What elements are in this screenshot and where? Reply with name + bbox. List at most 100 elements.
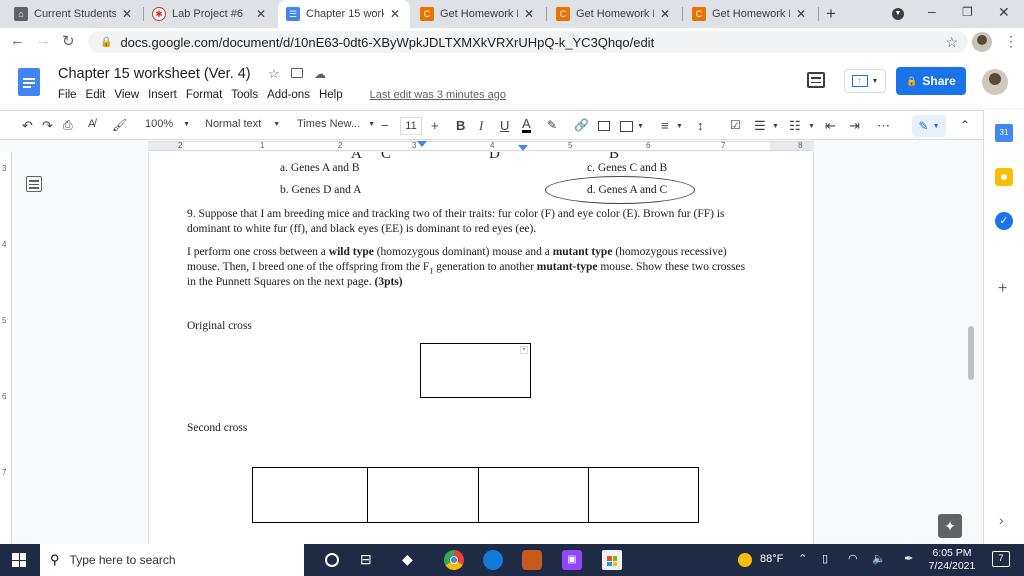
document-title[interactable]: Chapter 15 worksheet (Ver. 4) bbox=[58, 66, 251, 82]
clock[interactable]: 6:05 PM 7/24/2021 bbox=[924, 547, 980, 573]
table-cell[interactable] bbox=[589, 468, 698, 522]
close-tab-icon[interactable]: ✕ bbox=[658, 7, 672, 21]
comment-icon[interactable] bbox=[598, 121, 610, 131]
new-tab-button[interactable]: + bbox=[826, 4, 836, 24]
url-input[interactable]: 🔒 docs.google.com/document/d/10nE63-0dt6… bbox=[88, 31, 968, 53]
windows-start-icon[interactable] bbox=[12, 553, 26, 567]
numbered-list-icon[interactable]: ☷ bbox=[789, 118, 801, 134]
menu-add-ons[interactable]: Add-ons bbox=[267, 89, 310, 101]
link-icon[interactable]: 🔗 bbox=[574, 118, 589, 132]
menu-file[interactable]: File bbox=[58, 89, 77, 101]
reload-icon[interactable]: ↻ bbox=[62, 32, 75, 50]
close-tab-icon[interactable]: ✕ bbox=[794, 7, 808, 21]
menu-view[interactable]: View bbox=[114, 89, 139, 101]
chrome-icon[interactable] bbox=[444, 550, 464, 570]
taskbar-search-input[interactable]: ⚲ Type here to search bbox=[40, 544, 304, 576]
document-outline-icon[interactable] bbox=[26, 176, 42, 192]
keep-icon[interactable] bbox=[995, 168, 1013, 186]
comment-history-icon[interactable] bbox=[807, 72, 825, 88]
increase-indent-icon[interactable]: ⇥ bbox=[849, 118, 860, 134]
table-chevron-icon[interactable]: ▾ bbox=[520, 346, 528, 354]
italic-button[interactable]: I bbox=[479, 118, 483, 134]
restore-icon[interactable]: ❐ bbox=[962, 5, 973, 19]
menu-help[interactable]: Help bbox=[319, 89, 343, 101]
close-tab-icon[interactable]: ✕ bbox=[388, 7, 402, 21]
chevron-down-icon[interactable]: ▼ bbox=[772, 123, 779, 130]
present-button[interactable]: ↑ ▼ bbox=[844, 69, 886, 93]
paint-format-icon[interactable]: 🖌 bbox=[112, 118, 127, 132]
table-cell[interactable] bbox=[368, 468, 479, 522]
tab-homework-help-3[interactable]: C Get Homework Hel ✕ bbox=[684, 0, 816, 28]
pen-icon[interactable]: ✒ bbox=[904, 552, 913, 565]
underline-button[interactable]: U bbox=[500, 118, 509, 133]
close-tab-icon[interactable]: ✕ bbox=[254, 7, 268, 21]
more-options-button[interactable]: ⋯ bbox=[877, 118, 890, 134]
decrease-indent-icon[interactable]: ⇤ bbox=[825, 118, 836, 134]
close-window-icon[interactable]: ✕ bbox=[998, 4, 1010, 21]
close-tab-icon[interactable]: ✕ bbox=[522, 7, 536, 21]
profile-avatar[interactable] bbox=[972, 32, 992, 52]
text-color-button[interactable]: A bbox=[522, 117, 531, 133]
device-icon[interactable]: ▯ bbox=[822, 552, 828, 565]
chevron-down-icon[interactable]: ▼ bbox=[676, 123, 683, 130]
second-cross-table[interactable] bbox=[252, 467, 699, 523]
cloud-status-icon[interactable]: ☁ bbox=[314, 67, 326, 81]
expand-panel-icon[interactable]: › bbox=[999, 512, 1004, 528]
share-button[interactable]: 🔒 Share bbox=[896, 67, 966, 95]
font-size-input[interactable]: 11 bbox=[400, 117, 422, 135]
menu-edit[interactable]: Edit bbox=[86, 89, 106, 101]
paragraph-style-select[interactable]: Normal text ▼ bbox=[205, 118, 280, 130]
tab-lab-project[interactable]: ✱ Lab Project #6 ✕ bbox=[144, 0, 276, 28]
tasks-icon[interactable]: ✓ bbox=[995, 212, 1013, 230]
bulleted-list-icon[interactable]: ☰ bbox=[754, 118, 766, 134]
collapse-toolbar-icon[interactable]: ⌃ bbox=[960, 118, 970, 132]
chevron-down-icon[interactable]: ▼ bbox=[808, 123, 815, 130]
redo-icon[interactable]: ↷ bbox=[42, 118, 53, 134]
spellcheck-icon[interactable]: A̸ bbox=[88, 118, 95, 130]
weather-icon[interactable] bbox=[738, 553, 752, 567]
print-icon[interactable]: ⎙ bbox=[63, 118, 73, 133]
table-cell[interactable] bbox=[479, 468, 589, 522]
bold-button[interactable]: B bbox=[456, 118, 465, 133]
checklist-icon[interactable]: ☑ bbox=[730, 118, 741, 132]
zoom-select[interactable]: 100% ▼ bbox=[145, 118, 190, 130]
tab-homework-help-2[interactable]: C Get Homework Hel ✕ bbox=[548, 0, 680, 28]
document-canvas[interactable]: 3 4 5 6 7 A C D B a. Genes A and B c. Ge… bbox=[0, 152, 983, 544]
weather-temperature[interactable]: 88°F bbox=[760, 553, 783, 565]
notification-icon[interactable]: 7 bbox=[992, 551, 1010, 567]
forward-icon[interactable]: → bbox=[36, 32, 51, 49]
chevron-down-icon[interactable]: ▼ bbox=[637, 123, 644, 130]
move-folder-icon[interactable] bbox=[291, 68, 303, 78]
original-cross-table[interactable]: ▾ bbox=[420, 343, 531, 398]
dropbox-icon[interactable]: ◆ bbox=[402, 551, 413, 568]
close-tab-icon[interactable]: ✕ bbox=[120, 7, 134, 21]
image-icon[interactable] bbox=[620, 121, 633, 132]
align-icon[interactable]: ≡ bbox=[661, 118, 669, 133]
star-icon[interactable]: ☆ bbox=[268, 66, 280, 82]
menu-tools[interactable]: Tools bbox=[231, 89, 258, 101]
right-indent-marker[interactable] bbox=[518, 145, 528, 151]
font-select[interactable]: Times New... ▼ bbox=[297, 118, 375, 130]
menu-format[interactable]: Format bbox=[186, 89, 222, 101]
tab-chapter-15-worksheet[interactable]: ☰ Chapter 15 workshe ✕ bbox=[278, 0, 410, 28]
calendar-icon[interactable]: 31 bbox=[995, 124, 1013, 142]
decrease-font-size-button[interactable]: − bbox=[381, 118, 389, 133]
menu-insert[interactable]: Insert bbox=[148, 89, 177, 101]
add-ons-plus-icon[interactable]: + bbox=[998, 280, 1007, 298]
wifi-icon[interactable]: ◠ bbox=[848, 552, 858, 565]
tab-homework-help-1[interactable]: C Get Homework Hel ✕ bbox=[412, 0, 544, 28]
minimize-icon[interactable]: – bbox=[928, 3, 936, 19]
tab-search-icon[interactable]: ▼ bbox=[892, 8, 904, 20]
task-view-icon[interactable]: ⊟ bbox=[360, 551, 372, 568]
increase-font-size-button[interactable]: + bbox=[431, 118, 439, 133]
document-page[interactable]: A C D B a. Genes A and B c. Genes C and … bbox=[148, 152, 814, 544]
app-icon[interactable] bbox=[522, 550, 542, 570]
cortana-icon[interactable] bbox=[325, 553, 339, 567]
back-icon[interactable]: ← bbox=[10, 32, 25, 49]
editing-mode-button[interactable]: ✎ ▼ bbox=[912, 115, 946, 137]
tab-current-students[interactable]: ⌂ Current Students Re ✕ bbox=[6, 0, 142, 28]
undo-icon[interactable]: ↶ bbox=[22, 118, 33, 134]
chrome-menu-icon[interactable]: ⋮ bbox=[1004, 33, 1018, 50]
account-avatar[interactable] bbox=[982, 69, 1008, 95]
volume-icon[interactable]: 🔈 bbox=[872, 552, 886, 565]
